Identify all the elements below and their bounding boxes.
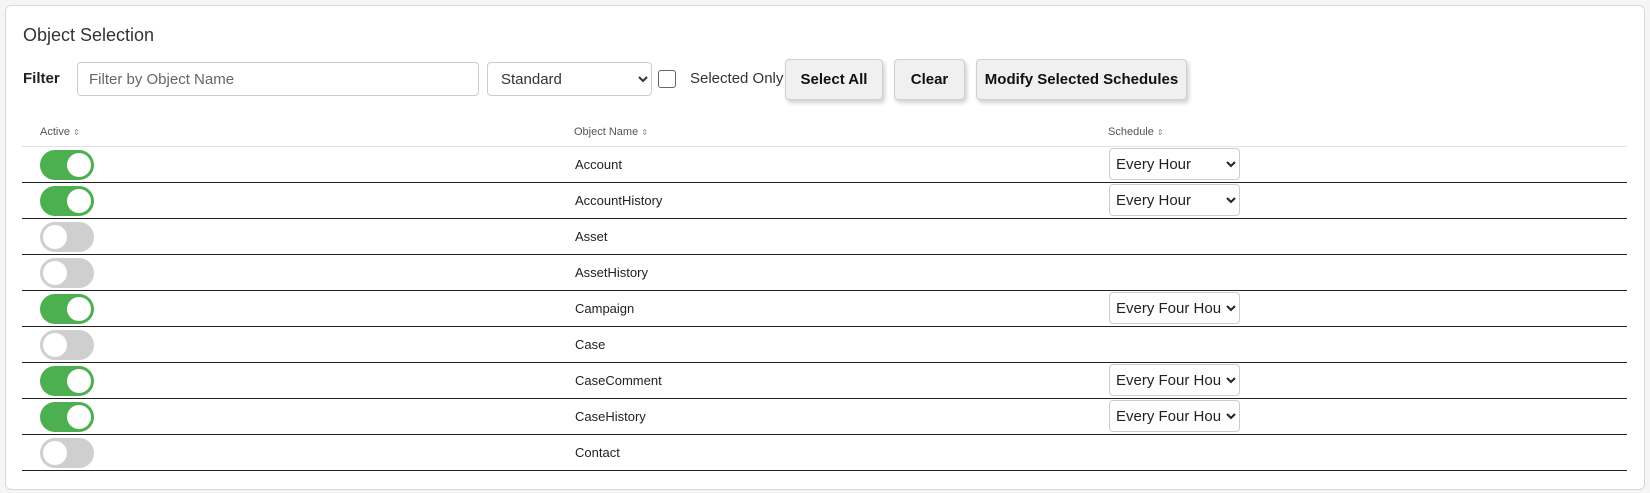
section-title: Object Selection: [23, 25, 155, 45]
table-row: Account Every Hour: [22, 147, 1627, 183]
column-header-active[interactable]: Active ⇕: [40, 126, 80, 138]
table-row: CaseComment Every Four Hours: [22, 363, 1627, 399]
schedule-select[interactable]: Every Four Hours: [1109, 364, 1240, 396]
active-toggle[interactable]: [40, 402, 94, 432]
object-name: AccountHistory: [575, 193, 663, 208]
sort-icon: ⇕: [1156, 128, 1164, 137]
toggle-knob: [67, 369, 91, 393]
table-row: AssetHistory: [22, 255, 1627, 291]
schedule-select[interactable]: Every Hour: [1109, 184, 1240, 216]
table-row: Asset: [22, 219, 1627, 255]
column-header-label: Object Name: [574, 126, 639, 138]
table-row: Case: [22, 327, 1627, 363]
table-row: CaseHistory Every Four Hours: [22, 399, 1627, 435]
active-toggle[interactable]: [40, 186, 94, 216]
select-all-button[interactable]: Select All: [785, 59, 883, 100]
table-row: AccountHistory Every Hour: [22, 183, 1627, 219]
table-row: Campaign Every Four Hours: [22, 291, 1627, 327]
active-toggle[interactable]: [40, 438, 94, 468]
object-name: AssetHistory: [575, 265, 648, 280]
schedule-select[interactable]: Every Four Hours: [1109, 292, 1240, 324]
toggle-knob: [67, 405, 91, 429]
active-toggle[interactable]: [40, 150, 94, 180]
toggle-knob: [43, 441, 67, 465]
filter-input[interactable]: [77, 62, 479, 96]
sort-icon: ⇕: [641, 128, 648, 137]
column-header-label: Active: [40, 126, 70, 138]
object-name: Contact: [575, 445, 620, 460]
column-header-schedule[interactable]: Schedule ⇕: [1108, 126, 1164, 138]
active-toggle[interactable]: [40, 258, 94, 288]
table-row: Contact: [22, 435, 1627, 471]
toggle-knob: [43, 225, 67, 249]
sort-icon: ⇕: [72, 128, 80, 137]
selected-only-label: Selected Only: [690, 70, 784, 87]
object-name: CaseComment: [575, 373, 662, 388]
selected-only-checkbox[interactable]: [658, 70, 676, 88]
object-name: Case: [575, 337, 606, 352]
filter-label: Filter: [23, 70, 60, 87]
object-name: Campaign: [575, 301, 635, 316]
active-toggle[interactable]: [40, 294, 94, 324]
column-header-label: Schedule: [1108, 126, 1154, 138]
schedule-select[interactable]: Every Four Hours: [1109, 400, 1240, 432]
clear-button[interactable]: Clear: [894, 59, 965, 100]
column-header-object-name[interactable]: Object Name ⇕: [574, 126, 648, 138]
active-toggle[interactable]: [40, 366, 94, 396]
active-toggle[interactable]: [40, 222, 94, 252]
toggle-knob: [67, 153, 91, 177]
schedule-select[interactable]: Every Hour: [1109, 148, 1240, 180]
toggle-knob: [67, 297, 91, 321]
active-toggle[interactable]: [40, 330, 94, 360]
object-type-select[interactable]: Standard: [487, 62, 652, 96]
object-name: Asset: [575, 229, 608, 244]
object-name: CaseHistory: [575, 409, 646, 424]
modify-selected-schedules-button[interactable]: Modify Selected Schedules: [976, 59, 1187, 100]
object-name: Account: [575, 157, 622, 172]
toggle-knob: [67, 189, 91, 213]
toggle-knob: [43, 333, 67, 357]
toggle-knob: [43, 261, 67, 285]
